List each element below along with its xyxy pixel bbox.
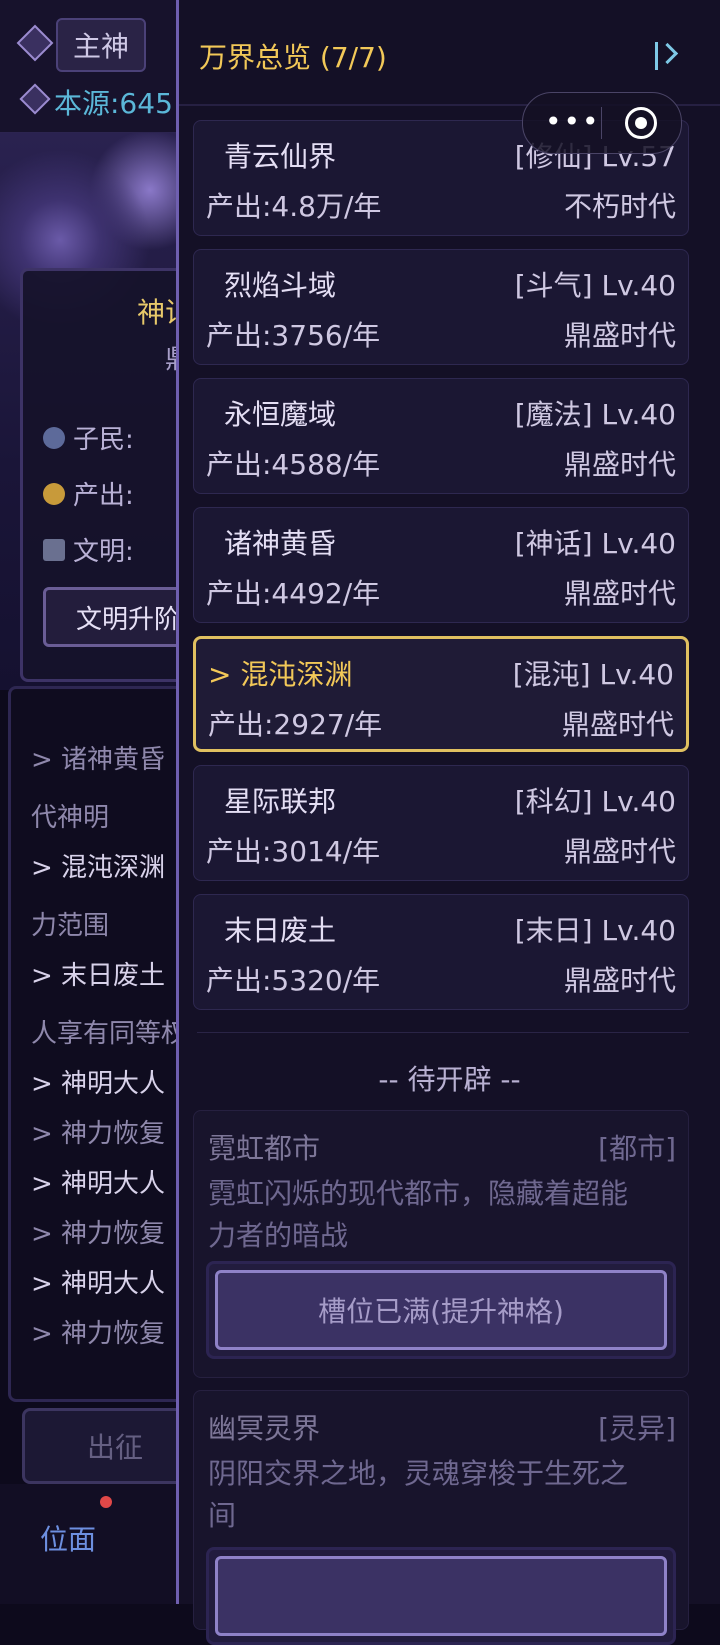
slot-full-button[interactable]: 槽位已满(提升神格)	[206, 1261, 676, 1359]
log-line: > 混沌深渊	[31, 853, 166, 883]
world-era: 鼎盛时代	[561, 708, 674, 741]
info-row-label: 产出:	[73, 481, 134, 511]
world-name: 青云仙界	[224, 140, 337, 173]
world-card[interactable]: 烈焰斗域 [斗气] Lv.40 产出:3756/年 鼎盛时代	[193, 249, 689, 365]
world-output: 产出:3756/年	[206, 319, 381, 352]
info-row-population: 子民:	[43, 419, 134, 456]
people-icon	[43, 426, 65, 449]
log-line: > 神明大人	[31, 1169, 166, 1199]
info-row-civilization: 文明:	[43, 531, 134, 568]
world-tag: [末日] Lv.40	[514, 914, 676, 947]
info-row-output: 产出:	[43, 475, 134, 512]
world-tag: [神话] Lv.40	[514, 527, 676, 560]
pending-world-name: 霓虹都市	[208, 1132, 321, 1165]
world-era: 鼎盛时代	[563, 964, 676, 997]
log-line: > 神力恢复	[31, 1219, 166, 1249]
world-output: 产出:4.8万/年	[206, 190, 382, 223]
civilization-icon	[43, 538, 65, 561]
world-tag: [魔法] Lv.40	[514, 398, 676, 431]
close-target-icon[interactable]	[625, 107, 657, 139]
world-era: 鼎盛时代	[563, 577, 676, 610]
top-status-bar: 主神 本源:645	[0, 0, 200, 133]
world-era: 鼎盛时代	[563, 448, 676, 481]
world-name: 烈焰斗域	[224, 269, 337, 302]
slot-full-label: 槽位已满(提升神格)	[215, 1270, 667, 1350]
pending-world-tag: [灵异]	[598, 1412, 676, 1445]
log-line: > 神力恢复	[31, 1319, 166, 1349]
collapse-arrow-icon[interactable]	[655, 42, 674, 70]
nav-item-planes[interactable]: 位面	[40, 1518, 96, 1558]
world-output: 产出:2927/年	[208, 708, 383, 741]
pending-world-name: 幽冥灵界	[208, 1412, 321, 1445]
world-output: 产出:4492/年	[206, 577, 381, 610]
capsule-divider	[601, 107, 602, 139]
info-row-label: 子民:	[73, 425, 134, 455]
section-divider	[197, 1032, 689, 1033]
log-line: 代神明	[31, 803, 110, 833]
world-output: 产出:5320/年	[206, 964, 381, 997]
log-line: > 神力恢复	[31, 1119, 166, 1149]
output-icon	[43, 482, 65, 505]
pending-world-card: 幽冥灵界 [灵异] 阴阳交界之地，灵魂穿梭于生死之间	[193, 1390, 689, 1645]
world-card[interactable]: 末日废土 [末日] Lv.40 产出:5320/年 鼎盛时代	[193, 894, 689, 1010]
pending-world-description: 霓虹闪烁的现代都市，隐藏着超能力者的暗战	[208, 1177, 629, 1252]
world-name: 末日废土	[224, 914, 337, 947]
drawer-header: 万界总览 (7/7)	[179, 0, 720, 106]
log-line: > 神明大人	[31, 1269, 166, 1299]
world-card-selected[interactable]: > 混沌深渊 [混沌] Lv.40 产出:2927/年 鼎盛时代	[193, 636, 689, 752]
more-options-icon[interactable]: •••	[545, 105, 601, 138]
log-line: > 诸神黄昏	[31, 745, 166, 775]
source-diamond-icon	[19, 83, 51, 115]
star-diamond-icon	[16, 24, 54, 62]
worlds-overview-drawer: 万界总览 (7/7) 青云仙界 [修仙] Lv.57 产出:4.8万/年 不朽时…	[176, 0, 720, 1645]
world-card[interactable]: 诸神黄昏 [神话] Lv.40 产出:4492/年 鼎盛时代	[193, 507, 689, 623]
pending-world-description: 阴阳交界之地，灵魂穿梭于生死之间	[208, 1457, 629, 1532]
world-tag: [斗气] Lv.40	[514, 269, 676, 302]
world-name: 永恒魔域	[224, 398, 337, 431]
log-line: > 末日废土	[31, 961, 166, 991]
world-output: 产出:4588/年	[206, 448, 381, 481]
open-world-label	[215, 1556, 667, 1636]
pending-world-tag: [都市]	[598, 1132, 676, 1165]
world-list: 青云仙界 [修仙] Lv.57 产出:4.8万/年 不朽时代 烈焰斗域 [斗气]…	[193, 120, 693, 1023]
world-name: > 混沌深渊	[208, 658, 353, 691]
god-rank-badge[interactable]: 主神	[56, 18, 146, 72]
open-world-button[interactable]	[206, 1547, 676, 1645]
log-line: 力范围	[31, 911, 110, 941]
world-card[interactable]: 永恒魔域 [魔法] Lv.40 产出:4588/年 鼎盛时代	[193, 378, 689, 494]
world-name: 星际联邦	[224, 785, 337, 818]
world-name: 诸神黄昏	[224, 527, 337, 560]
world-tag: [科幻] Lv.40	[514, 785, 676, 818]
world-tag: [混沌] Lv.40	[512, 658, 674, 691]
world-era: 鼎盛时代	[563, 835, 676, 868]
world-card[interactable]: 星际联邦 [科幻] Lv.40 产出:3014/年 鼎盛时代	[193, 765, 689, 881]
log-line: > 神明大人	[31, 1069, 166, 1099]
miniprogram-capsule: •••	[522, 92, 682, 154]
world-era: 鼎盛时代	[563, 319, 676, 352]
info-row-label: 文明:	[73, 537, 134, 567]
pending-section-title: -- 待开辟 --	[378, 1063, 521, 1096]
pending-world-card: 霓虹都市 [都市] 霓虹闪烁的现代都市，隐藏着超能力者的暗战 槽位已满(提升神格…	[193, 1110, 689, 1378]
world-era: 不朽时代	[563, 190, 676, 223]
source-value: 本源:645	[54, 87, 173, 120]
world-output: 产出:3014/年	[206, 835, 381, 868]
notification-dot-icon	[100, 1496, 112, 1508]
drawer-title: 万界总览 (7/7)	[199, 41, 387, 74]
